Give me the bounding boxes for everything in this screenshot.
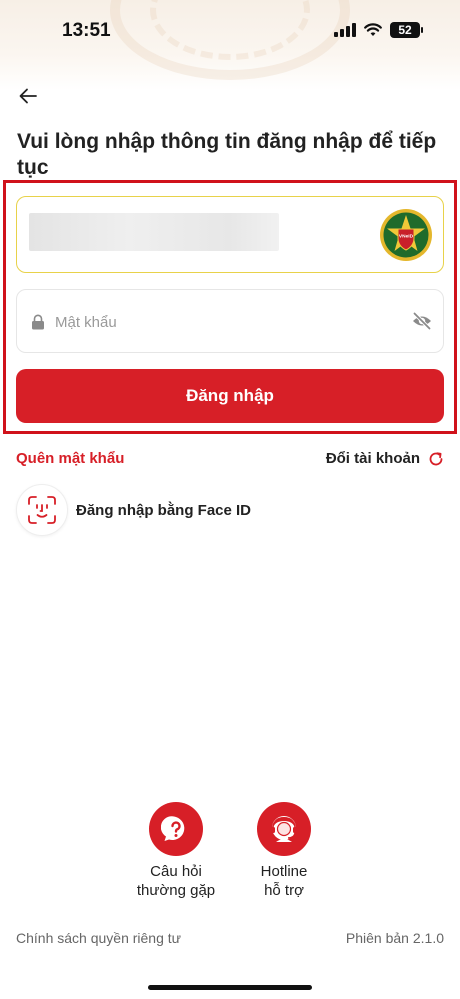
battery-icon: 52 bbox=[390, 22, 423, 38]
wifi-icon bbox=[364, 23, 382, 36]
status-icons: 52 bbox=[334, 22, 423, 38]
back-arrow-icon bbox=[19, 88, 37, 104]
question-icon-circle bbox=[149, 802, 203, 856]
faq-label: Câu hỏi thường gặp bbox=[126, 862, 226, 900]
emblem-text: VNeID bbox=[399, 234, 414, 240]
hotline-agent-icon bbox=[271, 816, 297, 842]
face-id-label: Đăng nhập bằng Face ID bbox=[76, 501, 252, 519]
status-bar: 13:51 52 bbox=[0, 0, 460, 60]
hotline-icon-circle bbox=[257, 802, 311, 856]
lock-icon bbox=[32, 314, 44, 330]
hotline-button[interactable]: Hotline hỗ trợ bbox=[234, 802, 334, 900]
login-button[interactable]: Đăng nhập bbox=[16, 369, 444, 423]
forgot-password-link[interactable]: Quên mật khẩu bbox=[16, 450, 124, 467]
question-icon bbox=[161, 816, 185, 841]
back-button[interactable] bbox=[16, 84, 40, 108]
privacy-policy-link[interactable]: Chính sách quyền riêng tư bbox=[16, 930, 181, 946]
faq-label-text: Câu hỏi thường gặp bbox=[136, 863, 216, 899]
switch-account-label: Đổi tài khoản bbox=[325, 450, 420, 467]
face-id-icon-circle bbox=[16, 484, 68, 536]
police-emblem: VNeID bbox=[380, 209, 432, 261]
username-field[interactable]: VNeID bbox=[16, 196, 444, 273]
faq-button[interactable]: Câu hỏi thường gặp bbox=[126, 802, 226, 900]
status-time: 13:51 bbox=[62, 20, 111, 41]
eye-off-icon[interactable] bbox=[411, 310, 433, 332]
hotline-label: Hotline hỗ trợ bbox=[234, 862, 334, 900]
switch-account-button[interactable]: Đổi tài khoản bbox=[326, 450, 444, 467]
home-indicator[interactable] bbox=[148, 985, 312, 990]
face-id-icon bbox=[28, 496, 56, 524]
face-id-login-button[interactable]: Đăng nhập bằng Face ID bbox=[16, 484, 251, 536]
page-title: Vui lòng nhập thông tin đăng nhập để tiế… bbox=[17, 130, 437, 179]
username-value-redacted bbox=[29, 213, 279, 251]
app-version: Phiên bản 2.1.0 bbox=[345, 930, 444, 946]
password-field[interactable] bbox=[16, 289, 444, 353]
refresh-icon bbox=[429, 451, 443, 465]
cellular-signal-icon bbox=[334, 23, 356, 37]
password-input[interactable] bbox=[55, 304, 395, 340]
hotline-label-text: Hotline hỗ trợ bbox=[260, 863, 308, 899]
